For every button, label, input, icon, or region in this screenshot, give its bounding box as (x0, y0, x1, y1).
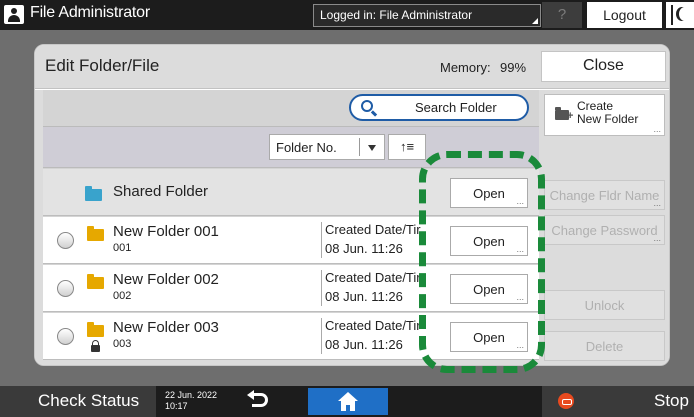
create-new-folder-button[interactable]: Create New Folder ... (544, 94, 665, 136)
date-time: 22 Jun. 2022 10:17 (165, 390, 217, 412)
created-date-value: 08 Jun. 11:26 (325, 241, 403, 256)
folder-number: 003 (113, 338, 132, 350)
dialog-body: Search Folder Folder No. ↑≡ Shared Folde… (35, 90, 669, 365)
created-date-value: 08 Jun. 11:26 (325, 289, 403, 304)
divider (359, 138, 360, 156)
unlock-button[interactable]: Unlock (544, 290, 665, 320)
created-date-value: 08 Jun. 11:26 (325, 337, 403, 352)
folder-icon (87, 322, 104, 337)
divider (321, 270, 322, 306)
divider (321, 222, 322, 258)
back-arrow-icon (247, 390, 268, 407)
dialog-title: Edit Folder/File (45, 56, 160, 75)
select-radio[interactable] (57, 232, 74, 249)
folder-name: New Folder 003 (113, 319, 219, 336)
folder-name: Shared Folder (113, 183, 209, 200)
moon-icon (679, 7, 691, 21)
change-password-button[interactable]: Change Password ... (544, 215, 665, 245)
change-folder-name-button[interactable]: Change Fldr Name ... (544, 180, 665, 210)
folder-icon (87, 274, 104, 289)
sort-value: Folder No. (276, 140, 337, 155)
stop-button[interactable]: Stop (542, 386, 694, 417)
search-folder-button[interactable]: Search Folder (349, 94, 529, 121)
logout-button[interactable]: Logout (587, 2, 662, 28)
change-password-label: Change Password (551, 223, 658, 238)
bottom-bar: Check Status 22 Jun. 2022 10:17 Stop (0, 386, 694, 417)
folder-number: 002 (113, 290, 132, 302)
edit-folder-dialog: Edit Folder/File Memory: 99% Close Searc… (34, 44, 670, 366)
folder-name: New Folder 002 (113, 271, 219, 288)
delete-button[interactable]: Delete (544, 331, 665, 361)
folder-icon (87, 226, 104, 241)
close-button[interactable]: Close (541, 51, 666, 82)
memory-value: 99% (500, 60, 527, 75)
night-mode-button[interactable] (666, 2, 694, 28)
stop-label: Stop (654, 391, 689, 410)
open-buttons-highlight (419, 151, 545, 373)
lock-icon (91, 340, 100, 352)
chevron-down-icon (368, 145, 376, 151)
folder-number: 001 (113, 242, 132, 254)
login-status-text: Logged in: File Administrator (320, 8, 473, 22)
help-button[interactable]: ? (542, 2, 582, 28)
select-radio[interactable] (57, 328, 74, 345)
create-folder-label: Create New Folder (577, 100, 638, 126)
back-button[interactable] (222, 388, 304, 415)
search-icon (361, 100, 373, 112)
create-label-line2: New Folder (577, 112, 639, 126)
time-text: 10:17 (165, 401, 188, 411)
more-dots: ... (653, 233, 661, 243)
date-text: 22 Jun. 2022 (165, 390, 218, 400)
divider (321, 318, 322, 354)
home-button[interactable] (308, 388, 388, 415)
search-folder-label: Search Folder (415, 100, 497, 115)
change-folder-name-label: Change Fldr Name (549, 188, 660, 203)
more-dots: ... (653, 124, 661, 134)
home-icon (338, 392, 358, 412)
folder-name: New Folder 001 (113, 223, 219, 240)
new-folder-icon (555, 107, 573, 121)
corner-indicator-icon (532, 18, 538, 24)
more-dots: ... (653, 198, 661, 208)
select-radio[interactable] (57, 280, 74, 297)
top-bar: File Administrator Logged in: File Admin… (0, 0, 694, 30)
login-status[interactable]: Logged in: File Administrator (313, 4, 541, 27)
check-status-button[interactable]: Check Status (0, 386, 156, 417)
memory-label: Memory: (440, 60, 491, 75)
sort-select[interactable]: Folder No. (269, 134, 385, 160)
dialog-header: Edit Folder/File Memory: 99% Close (35, 45, 669, 89)
stop-icon (558, 393, 574, 409)
sort-order-button[interactable]: ↑≡ (388, 134, 426, 160)
app-title: File Administrator (30, 4, 150, 21)
divider (671, 5, 673, 25)
user-icon (4, 5, 24, 24)
shared-folder-icon (85, 186, 102, 201)
